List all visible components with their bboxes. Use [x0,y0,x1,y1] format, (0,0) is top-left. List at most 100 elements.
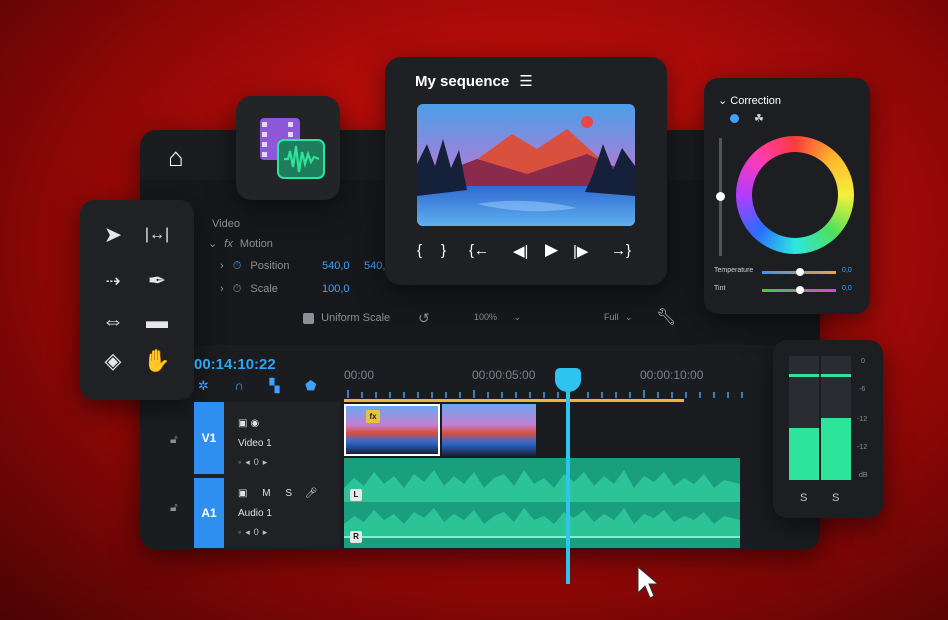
position-y-value[interactable]: 540, [364,260,385,272]
meter-solo-right[interactable]: S [832,492,839,504]
ruler-label-10s: 00:00:10:00 [640,368,704,382]
multi-color-mode-icon[interactable]: ☘ [754,112,764,125]
next-keyframe-icon[interactable]: ▸ [263,527,272,537]
playhead-handle[interactable] [555,368,581,392]
left-channel-badge: L [350,489,362,501]
tools-panel: ➤ |↔| ⇢ ✒ ⇔ ▬ ◈ ✋ [80,200,194,400]
linked-selection-icon[interactable]: ▚ [270,378,280,393]
meter-left-peak [789,374,819,377]
chevron-right-icon[interactable]: › [220,260,224,272]
track-name-video-1: Video 1 [238,438,272,449]
scale-value[interactable]: 100,0 [322,283,350,295]
track-badge-v1[interactable]: V1 [194,402,224,474]
uniform-scale-checkbox[interactable]: Uniform Scale [303,312,390,324]
chevron-right-icon[interactable]: › [220,283,224,295]
slip-icon[interactable]: ⇔ [98,306,128,336]
tint-value[interactable]: 0,0 [842,285,852,292]
position-x-value[interactable]: 540,0 [322,260,350,272]
nest-icon[interactable]: ✲ [198,378,209,393]
work-area-bar[interactable] [344,399,684,402]
step-back-button[interactable]: ◀| [513,242,528,260]
go-to-in-button[interactable]: {← [469,242,489,259]
meter-scale-6: -6 [859,386,866,393]
audio-meter-panel: 0 -6 -12 -12 dB S S [773,340,883,518]
timecode-display[interactable]: 00:14:10:22 [194,356,276,373]
color-wheel[interactable] [736,136,854,254]
sequence-title[interactable]: My sequence ☰ [415,72,533,90]
right-channel-badge: R [350,531,362,543]
ripple-edit-icon[interactable]: |↔| [142,220,172,250]
mark-in-button[interactable]: { [417,242,422,259]
color-correction-panel: ⌄ Correction ☘ Temperature 0,0 Tint 0,0 [704,78,870,314]
effect-section-video: Video [212,218,240,230]
wrench-icon[interactable]: 🔧︎ [656,307,676,327]
track-badge-a1[interactable]: A1 [194,478,224,548]
lock-icon[interactable]: 🔓︎ [170,500,178,515]
time-ruler[interactable] [344,386,764,400]
video-preview[interactable] [417,104,635,226]
temperature-value[interactable]: 0,0 [842,267,852,274]
checkbox-icon [303,312,314,324]
video-clip-2[interactable] [442,404,536,456]
audio-clip[interactable] [344,458,740,548]
prev-keyframe-icon[interactable]: ◂ [245,527,254,537]
eye-icon[interactable]: ◉ [250,418,262,429]
meter-solo-left[interactable]: S [800,492,807,504]
microphone-icon[interactable]: 🎤︎ [305,488,321,499]
program-monitor: My sequence ☰ { } {← ◀| ▶ |▶ →} [385,57,667,285]
audio-track-toggles: ▣ M S 🎤︎ [238,488,321,499]
timeline-tools: ✲ ∩ ▚ ⬟ [198,378,316,394]
fx-badge[interactable]: fx [366,410,380,423]
lock-icon[interactable]: 🔓︎ [170,432,178,447]
hand-icon[interactable]: ✋ [142,346,172,376]
meter-right-fill [821,418,851,480]
mouse-cursor-icon [637,565,660,599]
quality-select[interactable]: Full ⌄ [604,312,633,323]
tint-label: Tint [714,285,726,292]
video-clip-1[interactable] [344,404,440,456]
chevron-down-icon: ⌄ [513,312,522,322]
snap-magnet-icon[interactable]: ∩ [235,378,244,393]
mute-button[interactable]: M [262,488,273,499]
temperature-slider-handle[interactable] [796,268,804,276]
single-color-mode-icon[interactable] [730,114,739,123]
film-icon[interactable]: ▣ [238,418,250,429]
step-forward-button[interactable]: |▶ [573,242,588,260]
stopwatch-icon[interactable]: ⏱ [233,283,242,295]
hamburger-menu-icon[interactable]: ☰ [519,73,532,90]
temperature-label: Temperature [714,267,754,274]
solo-button[interactable]: S [285,488,295,499]
tint-slider-handle[interactable] [796,286,804,294]
chevron-down-icon: ⌄ [625,312,633,322]
track-select-icon[interactable]: ⇢ [98,266,128,296]
luma-slider-handle[interactable] [716,192,725,201]
prev-keyframe-icon[interactable]: ◂ [245,457,254,467]
chevron-down-icon: ⌄ [208,238,218,250]
keyframe-value: 0 [253,457,263,467]
keyframe-value: 0 [253,527,263,537]
meter-scale-db: dB [859,472,868,479]
film-icon[interactable]: ▣ [238,488,250,499]
video-track-toggles: ▣◉ [238,418,262,429]
play-button[interactable]: ▶ [545,240,558,260]
meter-left-fill [789,428,819,480]
home-icon[interactable]: ⌂ [168,142,184,173]
selection-arrow-icon[interactable]: ➤ [98,220,128,250]
mark-out-button[interactable]: } [441,242,446,259]
go-to-out-button[interactable]: →} [611,242,631,259]
landscape-image [417,104,635,226]
correction-header[interactable]: ⌄ Correction [718,94,781,107]
pen-icon[interactable]: ✒ [142,266,172,296]
next-keyframe-icon[interactable]: ▸ [263,457,272,467]
marker-icon[interactable]: ⬟ [305,378,316,393]
media-tile[interactable] [236,96,340,200]
effect-motion[interactable]: ⌄ fx Motion [208,237,273,250]
rectangle-icon[interactable]: ▬ [142,306,172,336]
razor-icon[interactable]: ◈ [98,346,128,376]
zoom-select[interactable]: 100% ⌄ [474,312,521,323]
playhead-line[interactable] [566,390,570,584]
stopwatch-icon[interactable]: ⏱ [233,260,242,272]
audio-keyframe-nav: ◦◂0▸ [238,527,271,538]
track-name-audio-1: Audio 1 [238,508,272,519]
reset-icon[interactable]: ↺ [418,310,430,327]
